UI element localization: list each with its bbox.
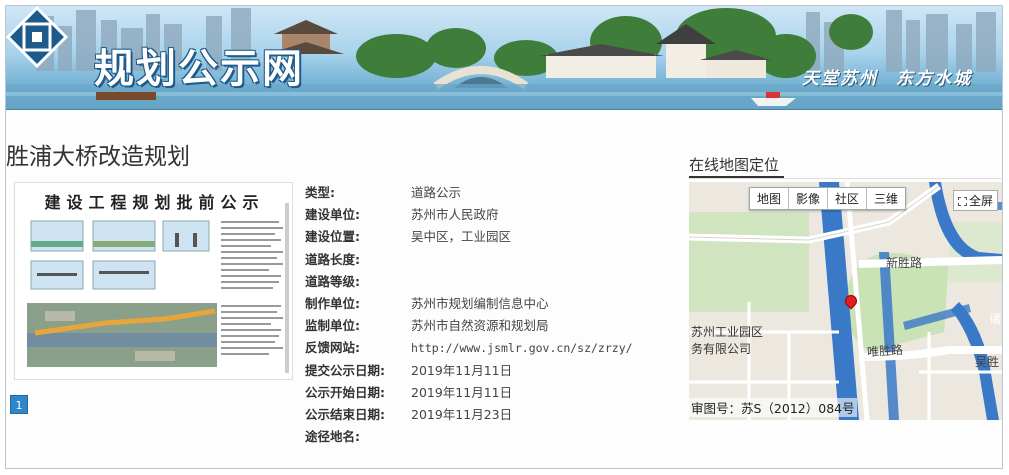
map-edge-label: 诸 bbox=[989, 312, 1002, 326]
info-label: 建设位置: bbox=[305, 229, 360, 245]
map-view-satellite-button[interactable]: 影像 bbox=[789, 188, 829, 209]
info-label: 公示开始日期: bbox=[305, 384, 385, 400]
map-area-label-company: 务有限公司 bbox=[691, 342, 752, 356]
page-title: 胜浦大桥改造规划 bbox=[6, 144, 190, 170]
online-map[interactable]: 地图 影像 社区 三维 全屏 新胜路 唯胜路 吴胜 苏州工业园区 务有限公司 诸… bbox=[689, 182, 1002, 420]
info-row-start-date: 公示开始日期: 2019年11月11日 bbox=[305, 382, 685, 404]
site-logo-icon bbox=[6, 6, 68, 68]
info-label: 公示结束日期: bbox=[305, 406, 385, 422]
slogan-left: 天堂苏州 bbox=[802, 69, 878, 89]
map-heading: 在线地图定位 bbox=[689, 156, 780, 174]
info-value: 2019年11月11日 bbox=[411, 384, 513, 400]
document-title: 建设工程规划批前公示 bbox=[44, 193, 265, 212]
info-value: 道路公示 bbox=[411, 185, 462, 200]
info-row-type: 类型: 道路公示 bbox=[305, 182, 685, 204]
project-info: 类型: 道路公示 建设单位: 苏州市人民政府 建设位置: 吴中区，工业园区 道路… bbox=[305, 182, 685, 448]
fullscreen-label: 全屏 bbox=[969, 194, 994, 208]
fullscreen-icon bbox=[958, 197, 967, 206]
map-fullscreen-button[interactable]: 全屏 bbox=[953, 190, 999, 211]
map-area-label-park: 苏州工业园区 bbox=[691, 325, 764, 339]
info-label: 建设单位: bbox=[305, 207, 360, 223]
site-banner: 规划公示网 天堂苏州 东方水城 bbox=[6, 6, 1002, 110]
info-label: 反馈网站: bbox=[305, 340, 360, 356]
info-row-producer: 制作单位: 苏州市规划编制信息中心 bbox=[305, 293, 685, 315]
info-row-location: 建设位置: 吴中区，工业园区 bbox=[305, 226, 685, 248]
slogan-right: 东方水城 bbox=[896, 69, 972, 89]
info-value: 苏州市人民政府 bbox=[411, 207, 499, 223]
info-label: 制作单位: bbox=[305, 295, 360, 311]
info-label: 提交公示日期: bbox=[305, 362, 385, 378]
info-value: 吴中区，工业园区 bbox=[411, 229, 512, 245]
map-view-switcher: 地图 影像 社区 三维 bbox=[749, 187, 907, 210]
pager-button-1[interactable]: 1 bbox=[10, 395, 28, 414]
map-road-label-xinsheng: 新胜路 bbox=[886, 256, 923, 270]
info-value: 苏州市规划编制信息中心 bbox=[411, 295, 549, 311]
map-view-map-button[interactable]: 地图 bbox=[750, 188, 790, 209]
info-row-road-grade: 道路等级: bbox=[305, 271, 685, 293]
info-row-road-length: 道路长度: bbox=[305, 249, 685, 271]
info-row-feedback: 反馈网站: http://www.jsmlr.gov.cn/sz/zrzy/ bbox=[305, 337, 685, 359]
info-label: 途径地名: bbox=[305, 429, 360, 445]
info-value: 2019年11月11日 bbox=[411, 362, 513, 378]
info-row-end-date: 公示结束日期: 2019年11月23日 bbox=[305, 404, 685, 426]
page-frame: 规划公示网 天堂苏州 东方水城 胜浦大桥改造规划 建设工程规划批前公示 1 类型… bbox=[5, 5, 1003, 469]
site-title: 规划公示网 bbox=[94, 45, 304, 92]
info-row-builder: 建设单位: 苏州市人民政府 bbox=[305, 204, 685, 226]
map-view-community-button[interactable]: 社区 bbox=[828, 188, 868, 209]
map-approval-number: 审图号：苏S（2012）084号 bbox=[689, 398, 857, 417]
info-row-places: 途径地名: bbox=[305, 426, 685, 448]
site-slogan: 天堂苏州 东方水城 bbox=[802, 64, 972, 89]
info-value: 2019年11月23日 bbox=[411, 406, 513, 422]
info-value: 苏州市自然资源和规划局 bbox=[411, 318, 549, 334]
info-label: 道路长度: bbox=[305, 251, 360, 267]
map-view-3d-button[interactable]: 三维 bbox=[867, 188, 906, 209]
info-row-supervisor: 监制单位: 苏州市自然资源和规划局 bbox=[305, 315, 685, 337]
feedback-link[interactable]: http://www.jsmlr.gov.cn/sz/zrzy/ bbox=[411, 337, 633, 359]
info-label: 道路等级: bbox=[305, 273, 360, 289]
map-road-label-wu: 吴胜 bbox=[975, 355, 1000, 369]
map-road-label-weisheng: 唯胜路 bbox=[866, 342, 904, 360]
info-row-submit-date: 提交公示日期: 2019年11月11日 bbox=[305, 360, 685, 382]
info-label: 监制单位: bbox=[305, 318, 360, 334]
map-heading-rule bbox=[689, 178, 1002, 179]
document-thumbnail[interactable]: 建设工程规划批前公示 bbox=[14, 182, 293, 380]
info-label: 类型: bbox=[305, 185, 335, 200]
